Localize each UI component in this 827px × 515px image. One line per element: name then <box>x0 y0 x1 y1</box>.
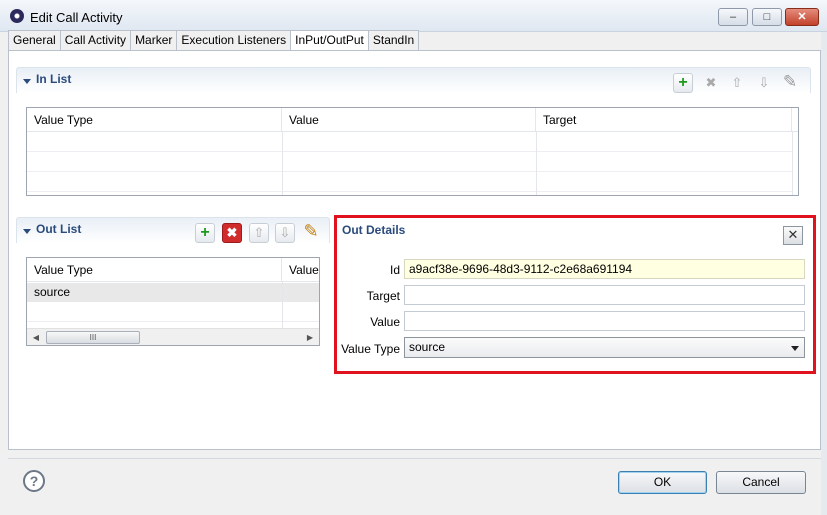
in-list-edit-button[interactable]: ✎ <box>780 72 800 92</box>
value-field[interactable] <box>404 311 805 331</box>
column-header-value-type[interactable]: Value Type <box>27 258 282 282</box>
in-list-table[interactable]: Value Type Value Target <box>26 107 799 196</box>
in-list-title: In List <box>36 72 72 86</box>
ok-button[interactable]: OK <box>618 471 707 494</box>
value-type-selected: source <box>409 340 446 354</box>
table-row <box>27 133 792 152</box>
target-field[interactable] <box>404 285 805 305</box>
out-list-remove-button[interactable]: ✖ <box>222 223 242 243</box>
column-header-value-type[interactable]: Value Type <box>27 108 282 132</box>
column-header-target[interactable]: Target <box>536 108 792 132</box>
scroll-right-icon[interactable]: ▶ <box>302 330 318 345</box>
column-divider <box>536 132 537 195</box>
value-type-select[interactable]: source <box>404 337 805 358</box>
collapse-toggle-icon[interactable] <box>23 79 31 84</box>
out-list-edit-button[interactable]: ✎ <box>301 221 321 241</box>
minimize-button[interactable]: ‒ <box>718 8 748 26</box>
cancel-button[interactable]: Cancel <box>716 471 806 494</box>
table-cell-value <box>282 283 319 302</box>
tab-bar: General Call Activity Marker Execution L… <box>8 30 420 51</box>
column-header-value[interactable]: Value <box>282 258 319 282</box>
tab-call-activity[interactable]: Call Activity <box>59 30 131 50</box>
out-list-move-down-button[interactable]: ⇩ <box>275 223 295 243</box>
chevron-down-icon <box>791 346 799 351</box>
tab-general[interactable]: General <box>8 30 60 50</box>
value-type-label: Value Type <box>341 342 400 356</box>
table-row <box>27 173 792 192</box>
title-bar: Edit Call Activity ‒ □ ✕ <box>0 0 827 32</box>
tab-input-output[interactable]: InPut/OutPut <box>290 30 368 51</box>
tab-execution-listeners[interactable]: Execution Listeners <box>176 30 291 50</box>
table-row <box>27 303 319 322</box>
table-row <box>27 153 792 172</box>
out-list-move-up-button[interactable]: ⇧ <box>249 223 269 243</box>
tab-standin[interactable]: StandIn <box>367 30 420 50</box>
id-field: a9acf38e-9696-48d3-9112-c2e68a691194 <box>404 259 805 279</box>
maximize-button[interactable]: □ <box>752 8 782 26</box>
column-divider <box>282 132 283 195</box>
out-list-add-button[interactable]: + <box>195 223 215 243</box>
tab-marker[interactable]: Marker <box>130 30 177 50</box>
in-list-move-down-button[interactable]: ⇩ <box>754 73 774 93</box>
footer-divider <box>8 458 821 459</box>
window-edge <box>821 32 827 515</box>
horizontal-scrollbar[interactable]: ◀ III ▶ <box>27 328 319 345</box>
scrollbar-thumb[interactable]: III <box>46 331 140 344</box>
value-label: Value <box>370 315 400 329</box>
column-divider <box>792 132 793 195</box>
column-header-value[interactable]: Value <box>282 108 536 132</box>
window-title: Edit Call Activity <box>30 10 123 25</box>
in-list-remove-button[interactable]: ✖ <box>701 73 721 93</box>
out-details-title: Out Details <box>342 223 406 237</box>
app-icon <box>10 9 24 23</box>
out-details-close-button[interactable]: ✕ <box>783 226 803 245</box>
out-list-title: Out List <box>36 222 82 236</box>
out-details-panel: Out Details ✕ Id a9acf38e-9696-48d3-9112… <box>334 215 816 374</box>
out-list-table-header: Value Type Value <box>27 258 319 282</box>
id-label: Id <box>389 263 400 277</box>
in-list-table-header: Value Type Value Target <box>27 108 798 132</box>
table-row[interactable]: source <box>27 283 319 302</box>
out-list-table[interactable]: Value Type Value source ◀ III ▶ <box>26 257 320 346</box>
in-list-add-button[interactable]: + <box>673 73 693 93</box>
help-icon[interactable]: ? <box>23 470 45 492</box>
table-cell-value-type: source <box>34 285 71 299</box>
scroll-left-icon[interactable]: ◀ <box>28 330 44 345</box>
close-window-button[interactable]: ✕ <box>785 8 819 26</box>
in-list-move-up-button[interactable]: ⇧ <box>727 73 747 93</box>
target-label: Target <box>366 289 400 303</box>
collapse-toggle-icon[interactable] <box>23 229 31 234</box>
